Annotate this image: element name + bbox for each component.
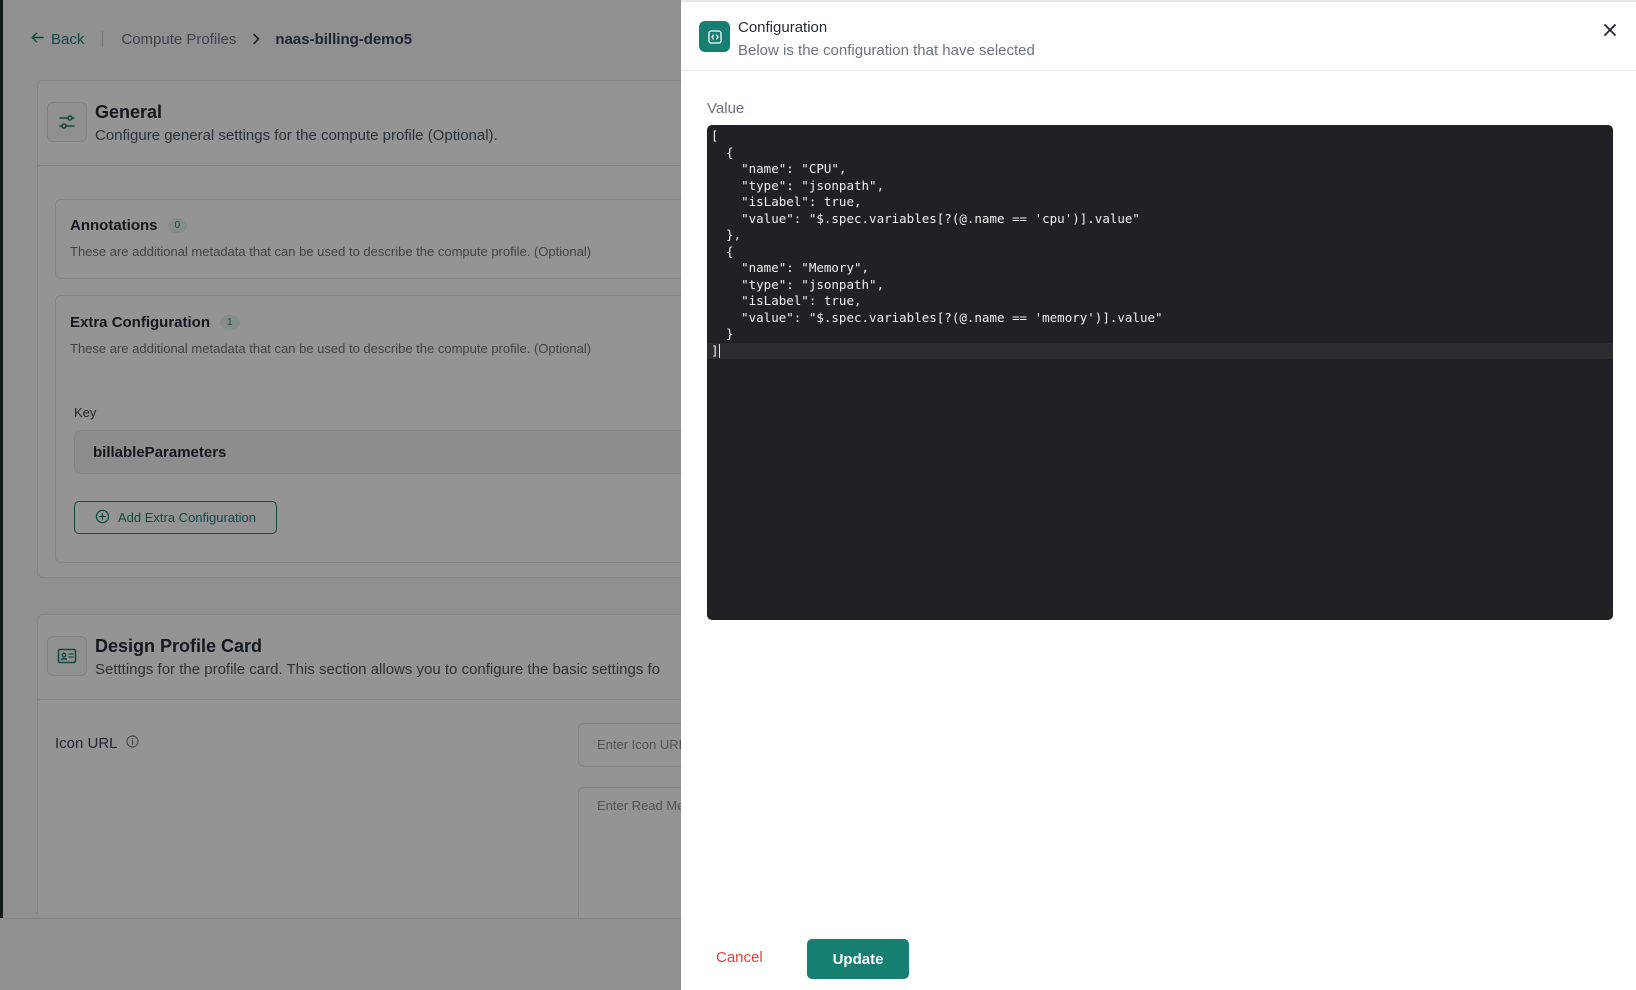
code-line: }, [711, 227, 742, 242]
cancel-button[interactable]: Cancel [716, 949, 763, 966]
code-line: "name": "CPU", [711, 161, 847, 176]
code-content: [ { "name": "CPU", "type": "jsonpath", "… [707, 125, 1613, 359]
close-button[interactable] [1598, 20, 1622, 44]
code-line-active: ] [707, 342, 1613, 359]
code-line: { [711, 243, 734, 259]
drawer-title: Configuration [738, 19, 828, 36]
code-line: "isLabel": true, [711, 194, 862, 209]
code-icon [699, 21, 730, 52]
code-line: "type": "jsonpath", [711, 177, 885, 193]
code-line-text: ] [711, 342, 719, 358]
code-editor[interactable]: [ { "name": "CPU", "type": "jsonpath", "… [707, 125, 1613, 620]
code-line: } [711, 326, 734, 341]
code-line: "value": "$.spec.variables[?(@.name == '… [711, 210, 1140, 226]
code-line: "name": "Memory", [711, 260, 870, 275]
modal-backdrop[interactable] [0, 0, 681, 990]
code-line: "value": "$.spec.variables[?(@.name == '… [711, 309, 1163, 325]
drawer-header: Configuration Below is the configuration… [681, 2, 1636, 71]
close-icon [1603, 23, 1617, 42]
code-line: { [711, 144, 734, 160]
code-line: [ [711, 128, 719, 143]
update-button[interactable]: Update [807, 939, 909, 979]
code-line: "type": "jsonpath", [711, 276, 885, 292]
configuration-drawer: Configuration Below is the configuration… [681, 0, 1636, 990]
value-label: Value [707, 100, 745, 117]
text-caret [718, 344, 720, 358]
drawer-subtitle: Below is the configuration that have sel… [738, 42, 1035, 59]
code-line: "isLabel": true, [711, 293, 862, 308]
